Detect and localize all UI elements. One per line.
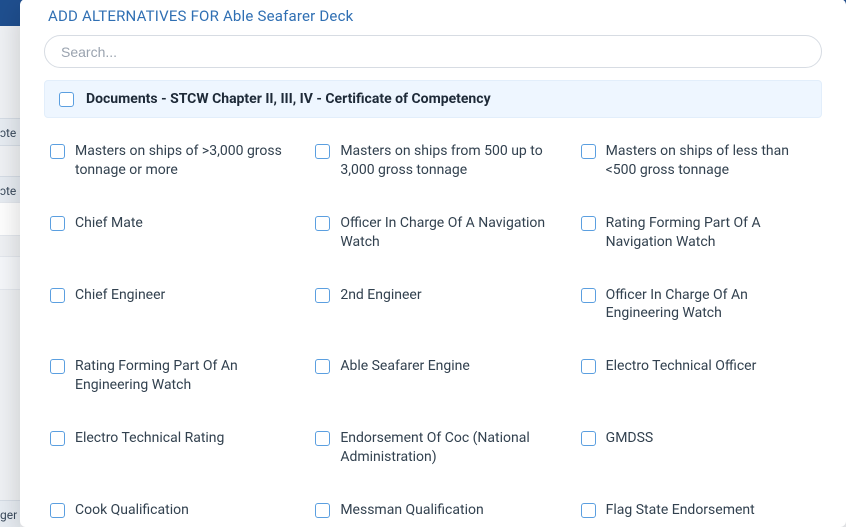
bg-row-fragment: ɔte <box>0 118 20 146</box>
add-alternatives-modal: ADD ALTERNATIVES FOR Able Seafarer Deck … <box>20 0 846 527</box>
option-item[interactable]: Able Seafarer Engine <box>315 357 550 395</box>
option-checkbox[interactable] <box>50 288 65 303</box>
option-checkbox[interactable] <box>581 359 596 374</box>
group-label: Documents - STCW Chapter II, III, IV - C… <box>86 91 491 107</box>
option-item[interactable]: Rating Forming Part Of A Navigation Watc… <box>581 214 816 252</box>
search-wrap <box>20 29 846 80</box>
bg-row-fragment: ɔte <box>0 176 20 204</box>
option-label: Chief Mate <box>75 214 143 233</box>
option-checkbox[interactable] <box>581 144 596 159</box>
option-item[interactable]: 2nd Engineer <box>315 286 550 324</box>
option-label: Cook Qualification <box>75 501 189 520</box>
option-item[interactable]: Chief Engineer <box>50 286 285 324</box>
option-label: Rating Forming Part Of An Engineering Wa… <box>75 357 285 395</box>
option-checkbox[interactable] <box>315 144 330 159</box>
option-label: Able Seafarer Engine <box>340 357 470 376</box>
option-label: Officer In Charge Of An Engineering Watc… <box>606 286 816 324</box>
option-item[interactable]: Rating Forming Part Of An Engineering Wa… <box>50 357 285 395</box>
option-label: Masters on ships of >3,000 gross tonnage… <box>75 142 285 180</box>
option-item[interactable]: Messman Qualification <box>315 501 550 520</box>
option-checkbox[interactable] <box>50 359 65 374</box>
option-label: Messman Qualification <box>340 501 483 520</box>
bg-row-fragment: ger <box>0 500 20 527</box>
option-label: Electro Technical Rating <box>75 429 224 448</box>
option-item[interactable]: Endorsement Of Coc (National Administrat… <box>315 429 550 467</box>
options-grid: Masters on ships of >3,000 gross tonnage… <box>44 132 822 527</box>
option-label: Electro Technical Officer <box>606 357 757 376</box>
option-checkbox[interactable] <box>50 503 65 518</box>
option-checkbox[interactable] <box>315 503 330 518</box>
option-item[interactable]: Officer In Charge Of An Engineering Watc… <box>581 286 816 324</box>
option-checkbox[interactable] <box>581 503 596 518</box>
option-label: Masters on ships from 500 up to 3,000 gr… <box>340 142 550 180</box>
option-checkbox[interactable] <box>50 431 65 446</box>
option-label: 2nd Engineer <box>340 286 421 305</box>
option-label: Chief Engineer <box>75 286 165 305</box>
option-item[interactable]: Cook Qualification <box>50 501 285 520</box>
option-item[interactable]: Electro Technical Rating <box>50 429 285 467</box>
option-checkbox[interactable] <box>315 359 330 374</box>
option-label: GMDSS <box>606 429 654 448</box>
option-checkbox[interactable] <box>50 144 65 159</box>
option-checkbox[interactable] <box>315 288 330 303</box>
option-label: Flag State Endorsement <box>606 501 755 520</box>
group-checkbox[interactable] <box>59 92 74 107</box>
option-label: Officer In Charge Of A Navigation Watch <box>340 214 550 252</box>
search-input[interactable] <box>44 35 822 68</box>
option-item[interactable]: Electro Technical Officer <box>581 357 816 395</box>
option-checkbox[interactable] <box>315 431 330 446</box>
option-item[interactable]: Flag State Endorsement <box>581 501 816 520</box>
option-checkbox[interactable] <box>581 288 596 303</box>
group-header[interactable]: Documents - STCW Chapter II, III, IV - C… <box>44 80 822 118</box>
option-checkbox[interactable] <box>581 216 596 231</box>
option-item[interactable]: Officer In Charge Of A Navigation Watch <box>315 214 550 252</box>
option-label: Endorsement Of Coc (National Administrat… <box>340 429 550 467</box>
option-checkbox[interactable] <box>315 216 330 231</box>
option-label: Masters on ships of less than <500 gross… <box>606 142 816 180</box>
option-checkbox[interactable] <box>50 216 65 231</box>
option-item[interactable]: Masters on ships from 500 up to 3,000 gr… <box>315 142 550 180</box>
options-scroll-area[interactable]: Documents - STCW Chapter II, III, IV - C… <box>20 80 846 527</box>
modal-title: ADD ALTERNATIVES FOR Able Seafarer Deck <box>20 0 846 29</box>
option-item[interactable]: Masters on ships of less than <500 gross… <box>581 142 816 180</box>
option-item[interactable]: GMDSS <box>581 429 816 467</box>
option-checkbox[interactable] <box>581 431 596 446</box>
option-item[interactable]: Masters on ships of >3,000 gross tonnage… <box>50 142 285 180</box>
option-item[interactable]: Chief Mate <box>50 214 285 252</box>
option-label: Rating Forming Part Of A Navigation Watc… <box>606 214 816 252</box>
